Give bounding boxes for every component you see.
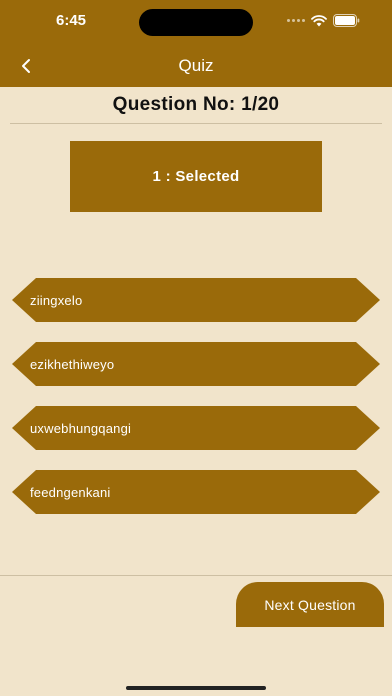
- battery-icon: [333, 14, 360, 27]
- selected-answer-label: 1 : Selected: [152, 168, 240, 185]
- divider: [10, 123, 382, 124]
- answer-option-label: ziingxelo: [30, 292, 83, 308]
- home-indicator: [126, 686, 266, 690]
- next-question-label: Next Question: [264, 596, 356, 613]
- answer-option-3[interactable]: uxwebhungqangi: [12, 406, 380, 450]
- question-number: Question No: 1/20: [112, 94, 280, 115]
- next-question-button[interactable]: Next Question: [236, 582, 384, 627]
- answer-option-2[interactable]: ezikhethiweyo: [12, 342, 380, 386]
- answer-option-1[interactable]: ziingxelo: [12, 278, 380, 322]
- page-title: Quiz: [178, 56, 214, 75]
- dynamic-island: [139, 9, 253, 36]
- status-icons: [287, 14, 360, 27]
- cellular-signal-icon: [287, 19, 305, 22]
- answer-option-label: uxwebhungqangi: [30, 420, 132, 436]
- answer-option-label: ezikhethiweyo: [30, 356, 115, 372]
- status-time: 6:45: [56, 12, 87, 29]
- footer-divider: [0, 575, 392, 576]
- wifi-icon: [311, 14, 327, 27]
- answer-option-4[interactable]: feedngenkani: [12, 470, 380, 514]
- app-header: 6:45 Quiz: [0, 0, 392, 87]
- answer-option-label: feedngenkani: [30, 484, 111, 500]
- selected-answer-box: 1 : Selected: [70, 141, 322, 212]
